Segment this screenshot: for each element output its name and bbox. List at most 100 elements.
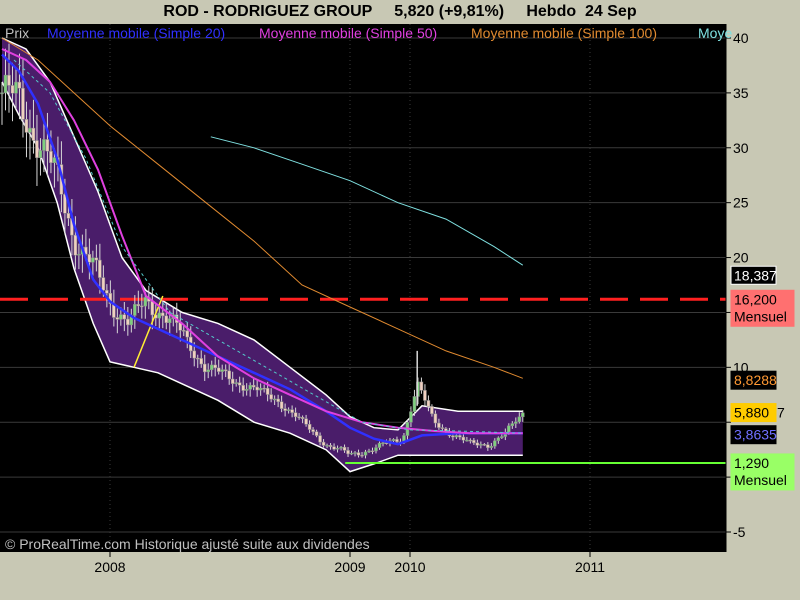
candle-body — [307, 424, 312, 430]
candle-body — [35, 140, 39, 158]
price-tag-value: 18,387 — [734, 267, 777, 283]
y-tick-label: 35 — [733, 85, 749, 101]
candle-body — [290, 409, 294, 413]
candle-body — [31, 127, 36, 141]
candle-body — [258, 387, 263, 391]
price-tag-value: 3,8635 — [734, 427, 777, 443]
candle-body — [199, 358, 203, 365]
candle-body — [0, 92, 4, 95]
candle-body — [339, 446, 343, 449]
candle-body — [293, 412, 298, 418]
candle-body — [143, 297, 148, 307]
candle-body — [486, 444, 490, 448]
y-tick-label: 40 — [733, 30, 749, 46]
candle-body — [279, 401, 284, 409]
candle-body — [213, 364, 217, 369]
footer-credit: © ProRealTime.com Historique ajusté suit… — [5, 536, 370, 552]
candle-body — [430, 406, 434, 415]
candle-body — [220, 369, 224, 372]
candle-body — [223, 369, 228, 372]
candle-body — [360, 454, 364, 457]
candle-body — [133, 304, 137, 316]
y-tick-label: 30 — [733, 140, 749, 156]
candle-body — [409, 411, 413, 423]
candle-body — [458, 435, 462, 438]
candle-body — [423, 390, 427, 401]
candle-body — [248, 384, 252, 390]
candle-body — [227, 370, 231, 380]
price-tag-value: 1,290 — [734, 455, 769, 471]
candle-body — [234, 382, 238, 384]
candle-body — [297, 416, 301, 419]
candle-body — [426, 400, 431, 407]
x-tick-label: 2009 — [334, 559, 365, 575]
price-tag-sub: Mensuel — [734, 472, 787, 488]
candle-body — [45, 139, 50, 152]
candle-body — [244, 389, 249, 391]
candle-body — [168, 318, 172, 323]
candle-body — [38, 150, 43, 158]
candle-body — [49, 150, 53, 164]
x-tick-label: 2011 — [575, 559, 605, 575]
candle-body — [318, 435, 322, 443]
candle-body — [209, 364, 214, 371]
candle-body — [479, 444, 483, 446]
candle-body — [10, 85, 15, 94]
x-tick-label: 2010 — [394, 559, 425, 575]
candle-body — [265, 387, 270, 395]
legend-prix: Prix — [5, 25, 29, 41]
chart-window: 40 35 30 25 20 10 -5 2008 2009 2010 2011 18,387 16… — [0, 0, 800, 600]
candle-body — [119, 314, 123, 320]
candle-body — [507, 425, 511, 433]
candle-body — [325, 445, 329, 447]
candle-body — [419, 381, 424, 391]
candle-body — [475, 442, 480, 446]
legend-item: Moyenne mobile (Simple 50) — [259, 25, 437, 41]
candle-body — [370, 450, 375, 453]
candle-body — [136, 304, 141, 307]
legend-item: Moyenne mobile (Simple 20) — [47, 25, 225, 41]
candle-body — [349, 452, 354, 455]
candle-body — [241, 385, 245, 391]
candle-body — [17, 81, 22, 89]
candle-body — [346, 450, 350, 455]
chart-svg: 403530252010-5 2008 2009 2010 2011 18,38716… — [0, 24, 800, 600]
candle-body — [87, 253, 92, 263]
y-tick-label: -5 — [733, 524, 746, 540]
candle-body — [24, 119, 29, 133]
candle-body — [216, 367, 221, 372]
candle-body — [332, 446, 336, 450]
candle-body — [489, 445, 494, 448]
candle-body — [311, 429, 315, 432]
candle-body — [363, 451, 368, 456]
price-tag-value: 16,200 — [734, 291, 777, 307]
candle-body — [472, 439, 476, 444]
candle-body — [482, 444, 487, 446]
y-tick-label: 20 — [733, 250, 749, 266]
candle-body — [7, 74, 11, 86]
candle-body — [276, 398, 280, 402]
candle-body — [98, 259, 102, 278]
candle-body — [521, 412, 525, 418]
candle-body — [461, 436, 466, 441]
candle-body — [465, 439, 469, 442]
candle-body — [237, 382, 242, 386]
candle-body — [269, 394, 273, 400]
candle-body — [161, 312, 165, 317]
candle-body — [496, 437, 501, 441]
candle-body — [77, 254, 81, 256]
candle-body — [157, 312, 162, 319]
candle-body — [510, 423, 515, 427]
candle-body — [262, 387, 266, 390]
candle-body — [440, 427, 445, 429]
candle-body — [454, 435, 459, 438]
candle-body — [342, 446, 347, 451]
candle-body — [395, 439, 399, 443]
candle-body — [206, 369, 210, 373]
candle-body — [283, 408, 287, 411]
candle-body — [140, 305, 144, 308]
candle-body — [94, 257, 99, 261]
candle-body — [115, 317, 120, 320]
candle-body — [251, 384, 256, 388]
candle-body — [150, 301, 155, 316]
